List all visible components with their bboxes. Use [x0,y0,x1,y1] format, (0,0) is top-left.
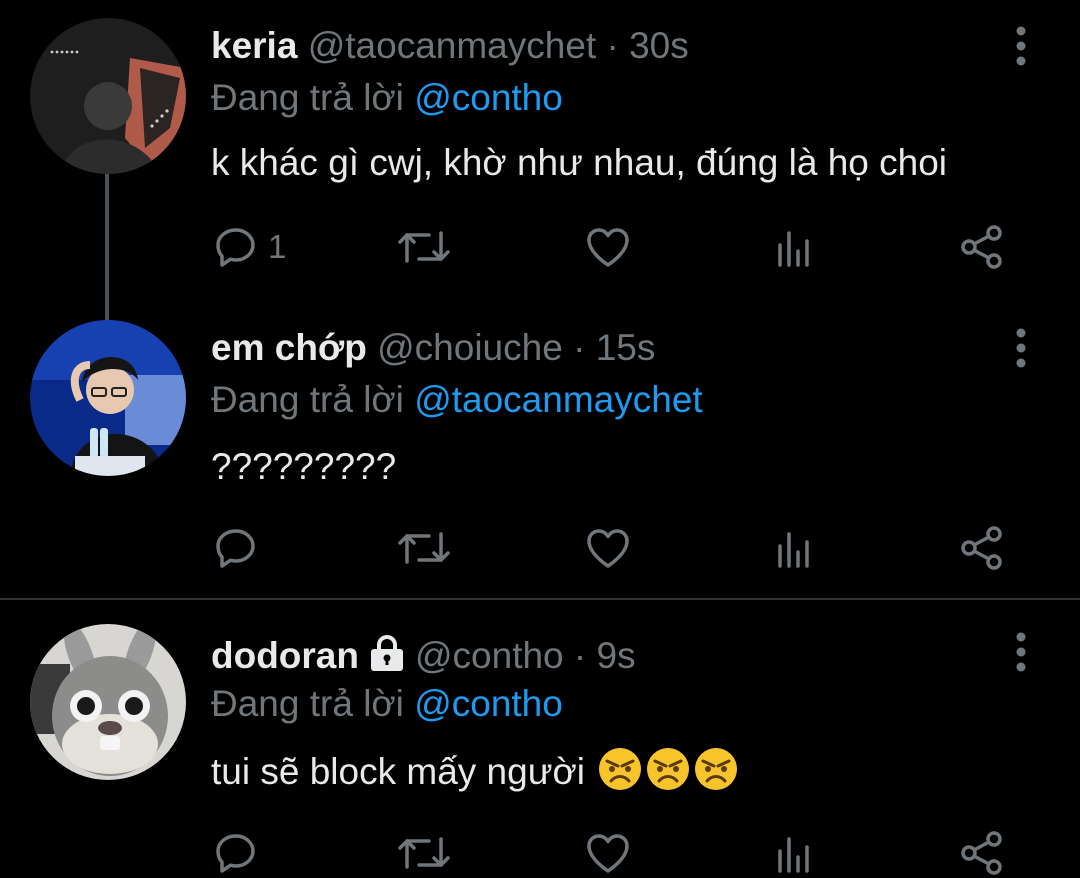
retweet-button[interactable] [397,523,451,573]
angry-face-emoji [647,748,690,790]
tweet-text-content: tui sẽ block mấy người [211,751,585,792]
share-icon [961,526,1002,570]
separator: · [573,635,587,676]
display-name[interactable]: dodoran [211,635,359,676]
reply-prefix: Đang trả lời [211,683,404,724]
timestamp[interactable]: 9s [597,635,636,676]
reply-mention[interactable]: @contho [414,683,563,724]
reply-mention[interactable]: @contho [414,77,563,118]
reply-context: Đang trả lời @contho [211,76,563,120]
more-icon[interactable] [1014,26,1028,66]
avatar[interactable] [30,624,186,780]
tweet-3[interactable]: dodoran @contho · 9s Đang trả lời @conth… [0,600,1080,875]
share-icon [961,225,1002,269]
retweet-icon [398,231,450,263]
angry-face-emoji [695,748,738,790]
separator: · [606,25,619,66]
tweet-text: k khác gì cwj, khờ như nhau, đúng là họ … [211,142,948,183]
timestamp[interactable]: 30s [629,25,689,66]
action-bar: 1 [211,222,1011,272]
reply-icon [216,834,255,873]
heart-icon [587,834,629,873]
tweet-header: keria @taocanmaychet · 30s [211,24,689,68]
share-button[interactable] [959,523,1005,573]
display-name[interactable]: em chớp [211,327,367,368]
reply-context: Đang trả lời @contho [211,682,563,726]
reply-button[interactable]: 1 [214,222,286,272]
reply-mention[interactable]: @taocanmaychet [414,379,702,420]
more-icon[interactable] [1014,328,1028,368]
lock-icon [370,635,403,671]
analytics-button[interactable] [774,222,814,272]
like-button[interactable] [585,222,631,272]
share-button[interactable] [959,222,1005,272]
tweet-1[interactable]: keria @taocanmaychet · 30s Đang trả lời … [0,0,1080,322]
like-button[interactable] [585,523,631,573]
action-bar [211,523,1011,573]
emoji-group [595,748,739,792]
separator: · [573,327,586,368]
tweet-text: ????????? [211,446,397,487]
retweet-icon [398,837,450,869]
display-name[interactable]: keria [211,25,297,66]
user-handle[interactable]: @choiuche [377,327,563,368]
analytics-button[interactable] [774,523,814,573]
reply-prefix: Đang trả lời [211,379,404,420]
tweet-header: dodoran @contho · 9s [211,632,636,678]
reply-count: 1 [268,228,287,265]
tweet-text: tui sẽ block mấy người [211,746,739,795]
timestamp[interactable]: 15s [596,327,656,368]
angry-face-emoji [599,748,642,790]
reply-icon [216,228,255,267]
analytics-icon [778,532,809,568]
avatar[interactable] [30,320,186,476]
analytics-icon [778,837,809,873]
user-handle[interactable]: @contho [415,635,564,676]
tweet-header: em chớp @choiuche · 15s [211,326,655,370]
heart-icon [587,529,629,568]
retweet-icon [398,532,450,564]
avatar[interactable] [30,18,186,174]
tweet-2[interactable]: em chớp @choiuche · 15s Đang trả lời @ta… [0,300,1080,598]
more-icon[interactable] [1014,632,1028,672]
retweet-button[interactable] [397,222,451,272]
reply-icon [216,529,255,568]
reply-prefix: Đang trả lời [211,77,404,118]
share-icon [961,831,1002,875]
analytics-icon [778,231,809,267]
reply-context: Đang trả lời @taocanmaychet [211,378,703,422]
user-handle[interactable]: @taocanmaychet [308,25,596,66]
reply-button[interactable] [214,523,258,573]
heart-icon [587,228,629,267]
